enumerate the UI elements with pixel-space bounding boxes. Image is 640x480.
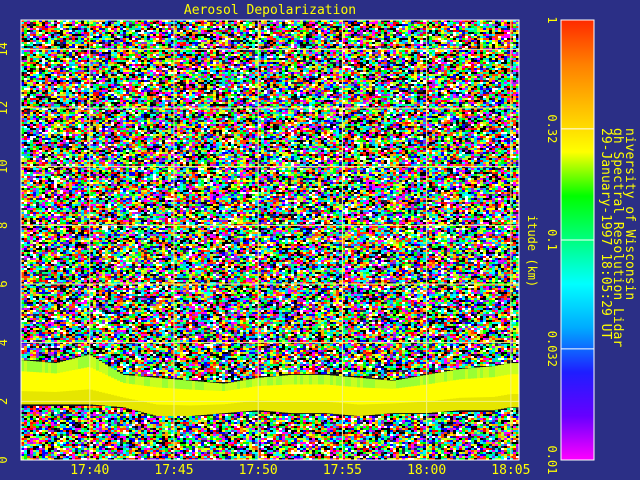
y-tick-label: 10 [0, 159, 10, 173]
chart-title: Aerosol Depolarization [184, 3, 356, 18]
colorbar-tick-label: 0.01 [545, 446, 559, 475]
lidar-plot: Aerosol Depolarization 0 2 4 6 8 10 12 14 17:40… [0, 0, 640, 480]
depolarization-heatmap [21, 20, 519, 460]
lidar-plot-page: Aerosol Depolarization 0 2 4 6 8 10 12 14 17:40… [0, 0, 640, 480]
x-tick-label: 17:50 [239, 463, 278, 478]
colorbar-tick-label: 0.32 [545, 114, 559, 143]
side-caption-line-3: 29-January-1997 18:05:29 UT [598, 128, 613, 339]
colorbar-tick-label: 1 [545, 16, 559, 23]
y-tick-label: 12 [0, 101, 10, 115]
y-tick-label: 0 [0, 456, 10, 463]
y-tick-label: 6 [0, 280, 10, 287]
x-tick-label: 17:55 [323, 463, 362, 478]
x-tick-label: 18:00 [407, 463, 446, 478]
x-tick-label: 17:40 [70, 463, 109, 478]
colorbar-tick-label: 0.1 [545, 229, 559, 251]
x-tick-label: 18:05 [491, 463, 530, 478]
y-axis-label: itude (km) [525, 215, 539, 287]
y-tick-label: 4 [0, 339, 10, 346]
colorbar-tick-label: 0.032 [545, 331, 559, 367]
x-tick-label: 17:45 [154, 463, 193, 478]
y-tick-label: 14 [0, 42, 10, 56]
y-tick-label: 8 [0, 222, 10, 229]
y-tick-label: 2 [0, 398, 10, 405]
